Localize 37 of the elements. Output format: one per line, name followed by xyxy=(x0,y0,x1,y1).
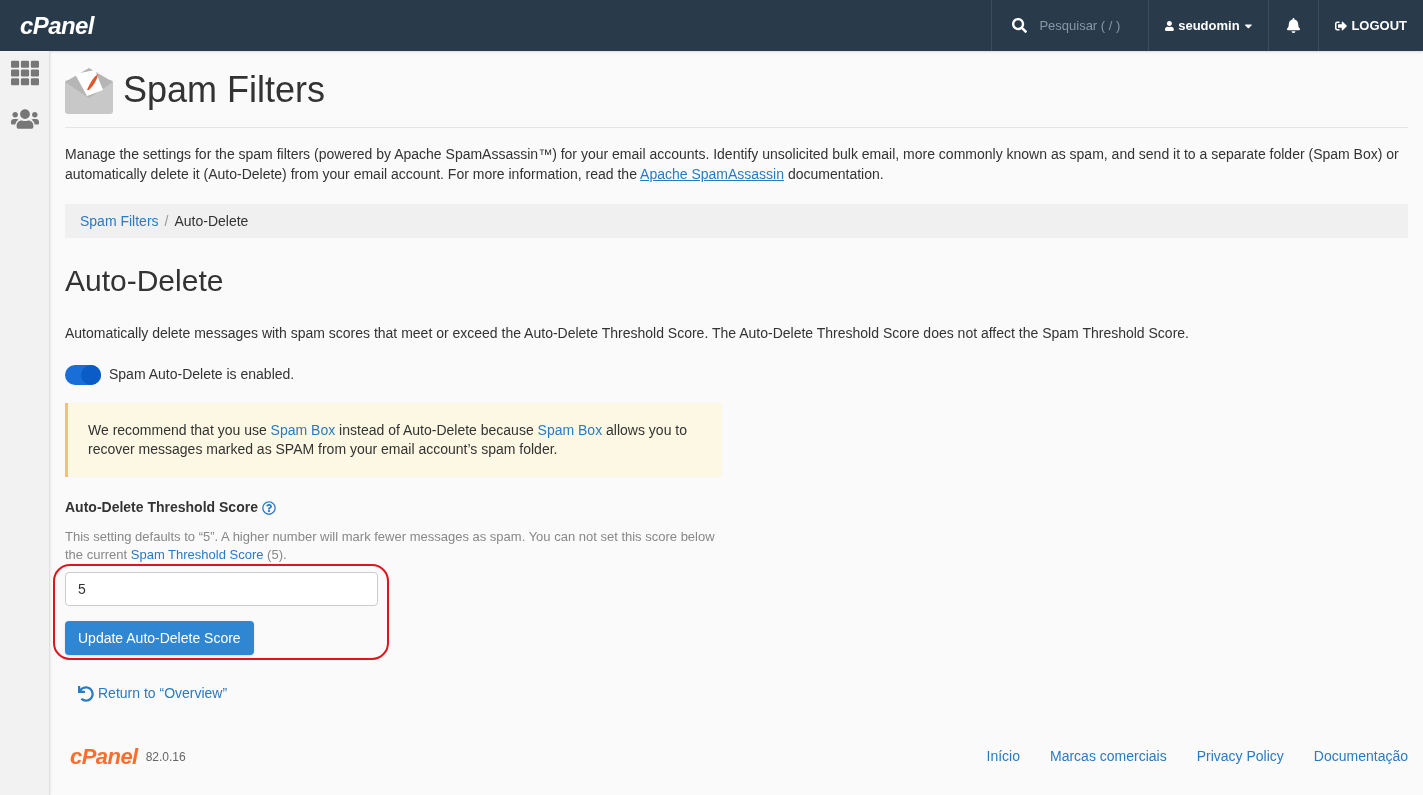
logout-button[interactable]: LOGOUT xyxy=(1318,0,1423,51)
undo-icon xyxy=(78,685,94,702)
user-menu[interactable]: seudomin xyxy=(1148,0,1269,51)
help-text: This setting defaults to “5”. A higher number will mark fewer messages as spam. You can not set this score below the current Spam Threshold Score (5). xyxy=(65,528,716,564)
text-link[interactable]: Spam Threshold Score xyxy=(130,547,264,562)
user-icon xyxy=(1165,19,1175,32)
footer-link[interactable]: Privacy Policy xyxy=(1196,746,1284,767)
logout-icon xyxy=(1335,19,1348,32)
page-title: Spam Filters xyxy=(123,68,326,112)
footer-logo: cPanel xyxy=(70,743,138,771)
grid-icon[interactable] xyxy=(10,59,39,87)
search-field[interactable]: Pesquisar ( / ) xyxy=(1039,15,1140,36)
return-link[interactable]: Return to “Overview” xyxy=(78,683,1408,704)
version-text: 82.0.16 xyxy=(145,748,186,766)
field-label-text: Auto-Delete Threshold Score xyxy=(65,498,258,517)
update-score-button[interactable]: Update Auto-Delete Score xyxy=(65,621,254,655)
breadcrumb-link[interactable]: Spam Filters xyxy=(80,210,159,232)
envelope-feather-icon xyxy=(65,66,113,114)
text-link[interactable]: Apache SpamAssassin xyxy=(640,166,784,182)
intro-text: Manage the settings for the spam filters (powered by Apache SpamAssassin™) for your email accounts. Identify unsolicited bulk email, more commonly known as spam, and send it to a separate folder (Spam Box) or automatically delete it (Auto-Delete) from your email account. For more information, read the Apache SpamAssassin documentation. xyxy=(65,145,1400,184)
footer-link[interactable]: Marcas comerciais xyxy=(1050,746,1167,767)
alert-text: We recommend that you use Spam Box instead of Auto-Delete because Spam Box allows you to recover messages marked as SPAM from your email account’s spam folder. xyxy=(88,421,688,459)
logo[interactable]: cPanel xyxy=(20,7,94,44)
section-title: Auto-Delete xyxy=(65,263,225,299)
search-icon xyxy=(1012,18,1028,33)
footer-link[interactable]: Início xyxy=(986,746,1020,767)
toggle-label: Spam Auto-Delete is enabled. xyxy=(109,365,295,384)
text-link[interactable]: Spam Box xyxy=(270,422,336,438)
toggle-switch[interactable] xyxy=(65,364,101,385)
help-icon[interactable] xyxy=(261,500,276,515)
breadcrumb-separator: / xyxy=(164,211,169,231)
score-input[interactable]: 5 xyxy=(65,572,378,606)
bell-icon xyxy=(1286,18,1302,33)
text-link[interactable]: Spam Box xyxy=(537,422,603,438)
breadcrumb-current: Auto-Delete xyxy=(174,211,249,231)
footer-link[interactable]: Documentação xyxy=(1313,746,1408,767)
section-description: Automatically delete messages with spam scores that meet or exceed the Auto-Delete Threshold Score. The Auto-Delete Threshold Score does not affect the Spam Threshold Score. xyxy=(65,324,1190,343)
